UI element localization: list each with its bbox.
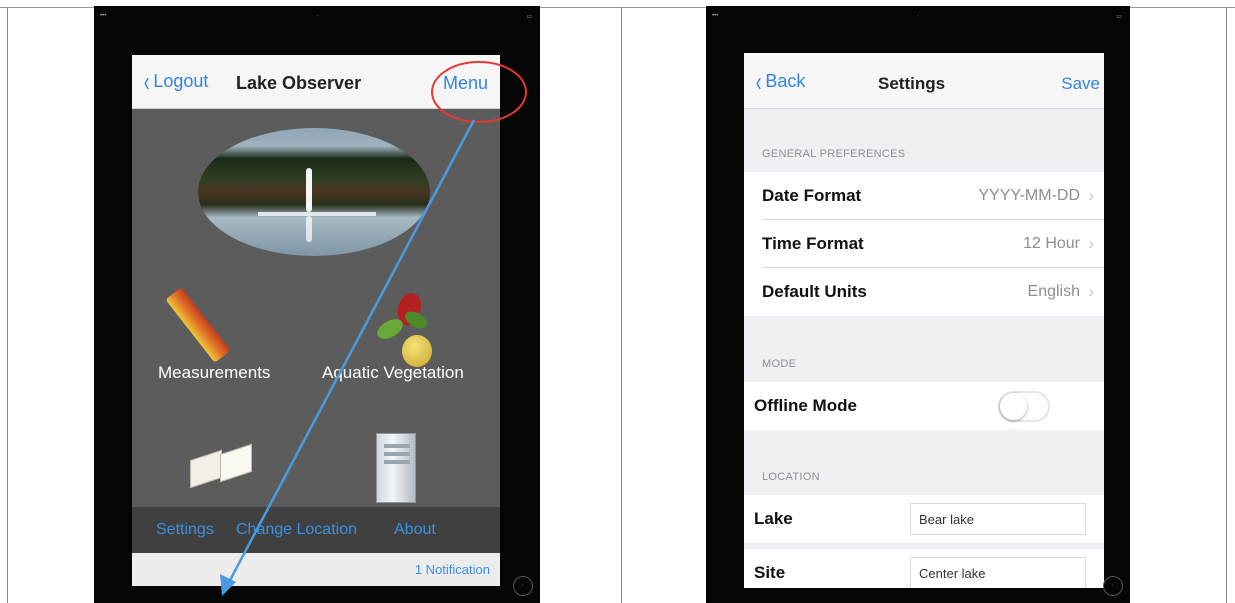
site-field[interactable]: Center lake (910, 557, 1086, 588)
site-row: Site Center lake (744, 549, 1104, 588)
section-header-general: GENERAL PREFERENCES (762, 148, 906, 160)
back-label: Back (765, 71, 806, 91)
lake-label: Lake (754, 509, 793, 528)
status-bar: ••• · ▭ (706, 6, 1130, 28)
page-title: Settings (878, 74, 946, 93)
save-button[interactable]: Save (1061, 74, 1100, 94)
section-header-mode: MODE (762, 358, 797, 370)
chevron-left-icon: ‹ (755, 65, 762, 97)
offline-mode-row: Offline Mode (744, 382, 1104, 430)
battery-icon: ▭ (1116, 14, 1122, 20)
default-units-value: English (1027, 283, 1080, 300)
time-format-label: Time Format (762, 234, 864, 253)
section-header-location: LOCATION (762, 471, 820, 483)
navigation-arrow-line (226, 119, 476, 585)
toggle-knob (1000, 393, 1027, 420)
site-label: Site (754, 563, 786, 582)
clock: · (917, 13, 919, 19)
date-format-row[interactable]: Date Format YYYY-MM-DD › (744, 172, 1104, 220)
home-button-icon: ◦ (1103, 576, 1123, 596)
date-format-value: YYYY-MM-DD (978, 187, 1080, 204)
back-button[interactable]: ‹ Back (754, 65, 806, 97)
annotation-overlay (220, 61, 527, 596)
left-tablet-frame: ••• · ▭ ‹ Logout Lake Observer Menu Meas… (94, 6, 540, 603)
navigation-arrowhead (220, 574, 236, 596)
page-right-border (1226, 7, 1227, 603)
right-tablet-frame: ••• · ▭ ‹ Back Settings Save GENERAL PRE… (706, 6, 1130, 603)
default-units-label: Default Units (762, 282, 867, 301)
offline-mode-toggle[interactable] (998, 391, 1050, 422)
page-left-border (7, 7, 8, 603)
chevron-right-icon: › (1088, 282, 1094, 301)
menu-highlight-circle (431, 61, 527, 123)
default-units-row[interactable]: Default Units English › (744, 268, 1104, 316)
chevron-right-icon: › (1088, 186, 1094, 205)
offline-mode-label: Offline Mode (754, 396, 857, 415)
time-format-row[interactable]: Time Format 12 Hour › (744, 220, 1104, 268)
time-format-value: 12 Hour (1023, 235, 1080, 252)
chevron-right-icon: › (1088, 234, 1094, 253)
lake-row: Lake Bear lake (744, 495, 1104, 543)
home-button-icon: ◦ (513, 576, 533, 596)
page-column-divider (621, 7, 622, 603)
carrier-indicator: ••• (712, 13, 719, 19)
settings-screen: ‹ Back Settings Save GENERAL PREFERENCES… (744, 53, 1104, 588)
lake-field[interactable]: Bear lake (910, 503, 1086, 535)
nav-bar: ‹ Back Settings Save (744, 53, 1104, 109)
date-format-label: Date Format (762, 186, 862, 205)
